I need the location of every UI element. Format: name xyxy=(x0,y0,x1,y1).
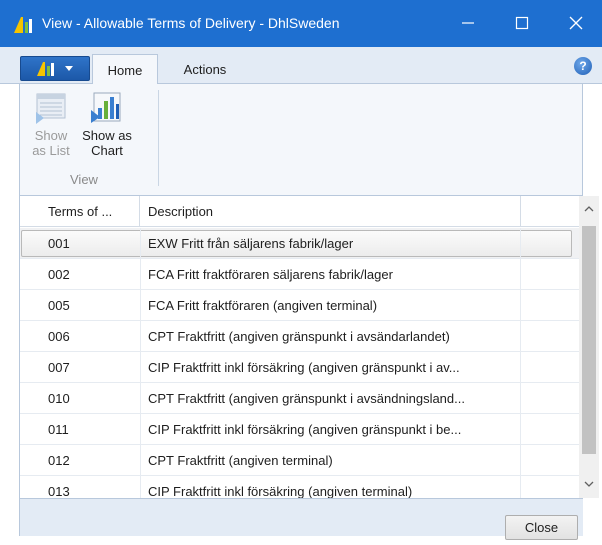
cell-terms-code: 001 xyxy=(48,236,70,251)
chart-icon xyxy=(91,92,121,123)
show-as-list-line1: Show xyxy=(34,128,68,143)
grid-header: Terms of ... Description xyxy=(20,196,582,227)
show-as-chart-button[interactable]: Show as Chart xyxy=(80,86,134,168)
show-as-list-button[interactable]: Show as List xyxy=(24,86,78,168)
row-selector[interactable] xyxy=(20,445,40,476)
cell-description: EXW Fritt från säljarens fabrik/lager xyxy=(148,236,354,251)
cell-divider xyxy=(520,321,521,352)
table-row[interactable]: 002 FCA Fritt fraktföraren säljarens fabr… xyxy=(20,259,582,290)
scroll-down-icon[interactable] xyxy=(584,481,594,488)
row-selector[interactable] xyxy=(20,383,40,414)
row-selector[interactable] xyxy=(20,290,40,321)
dialog-footer xyxy=(19,498,583,536)
show-as-chart-line2: Chart xyxy=(91,143,123,158)
cell-terms-code: 002 xyxy=(48,267,70,282)
table-row[interactable]: 006 CPT Fraktfritt (angiven gränspunkt i … xyxy=(20,321,582,352)
window-title: View - Allowable Terms of Delivery - Dhl… xyxy=(42,15,340,31)
cell-divider xyxy=(520,290,521,321)
terms-of-delivery-grid: Terms of ... Description 001 EXW Fritt fr… xyxy=(19,196,582,498)
ribbon-panel: Show as List Show as Chart View xyxy=(19,84,583,196)
cell-description: CPT Fraktfritt (angiven terminal) xyxy=(148,453,333,468)
list-icon xyxy=(36,93,66,124)
table-row[interactable]: 005 FCA Fritt fraktföraren (angiven termi… xyxy=(20,290,582,321)
table-row[interactable]: 010 CPT Fraktfritt (angiven gränspunkt i … xyxy=(20,383,582,414)
row-selector[interactable] xyxy=(20,321,40,352)
app-logo-icon xyxy=(14,17,32,33)
cell-description: CIP Fraktfritt inkl försäkring (angiven … xyxy=(148,360,460,375)
minimize-button[interactable] xyxy=(445,0,491,47)
cell-divider xyxy=(520,445,521,476)
close-button[interactable]: Close xyxy=(505,515,578,540)
window-border-left xyxy=(0,47,19,545)
title-bar: View - Allowable Terms of Delivery - Dhl… xyxy=(0,0,602,47)
cell-terms-code: 007 xyxy=(48,360,70,375)
cell-terms-code: 011 xyxy=(48,422,69,437)
cell-description: CIP Fraktfritt inkl försäkring (angiven … xyxy=(148,422,462,437)
cell-divider xyxy=(140,414,141,445)
table-row[interactable]: 007 CIP Fraktfritt inkl försäkring (angiv… xyxy=(20,352,582,383)
cell-terms-code: 013 xyxy=(48,484,70,498)
column-header-terms[interactable]: Terms of ... xyxy=(40,196,140,227)
cell-description: CPT Fraktfritt (angiven gränspunkt i avs… xyxy=(148,391,465,406)
show-as-chart-line1: Show as xyxy=(82,128,132,143)
cell-description: CPT Fraktfritt (angiven gränspunkt i avs… xyxy=(148,329,450,344)
scroll-up-icon[interactable] xyxy=(584,205,594,212)
row-selector[interactable] xyxy=(20,228,40,259)
cell-divider xyxy=(520,352,521,383)
minimize-icon xyxy=(462,22,474,24)
cell-divider xyxy=(520,228,521,259)
ribbon-group-separator xyxy=(158,90,159,186)
row-selector[interactable] xyxy=(20,259,40,290)
maximize-button[interactable] xyxy=(499,0,545,47)
cell-divider xyxy=(140,290,141,321)
cell-divider xyxy=(140,445,141,476)
cell-divider xyxy=(140,321,141,352)
cell-divider xyxy=(140,259,141,290)
row-selector[interactable] xyxy=(20,352,40,383)
table-row[interactable]: 012 CPT Fraktfritt (angiven terminal) xyxy=(20,445,582,476)
show-as-list-line2: as List xyxy=(32,143,70,158)
table-row[interactable]: 011 CIP Fraktfritt inkl försäkring (angiv… xyxy=(20,414,582,445)
scrollbar-thumb[interactable] xyxy=(582,226,596,454)
cell-divider xyxy=(520,476,521,498)
cell-divider xyxy=(520,414,521,445)
column-header-description[interactable]: Description xyxy=(140,196,521,227)
cell-divider xyxy=(520,383,521,414)
cell-terms-code: 006 xyxy=(48,329,70,344)
cell-description: CIP Fraktfritt inkl försäkring (angiven … xyxy=(148,484,413,498)
cell-terms-code: 005 xyxy=(48,298,70,313)
table-row[interactable]: 013 CIP Fraktfritt inkl försäkring (angiv… xyxy=(20,476,582,498)
ribbon-group-view-label: View xyxy=(70,172,98,187)
close-icon xyxy=(569,16,583,30)
cell-divider xyxy=(520,259,521,290)
cell-divider xyxy=(140,476,141,498)
application-menu-button[interactable] xyxy=(20,56,90,81)
cell-divider xyxy=(140,352,141,383)
tab-home[interactable]: Home xyxy=(92,54,158,85)
cell-terms-code: 012 xyxy=(48,453,70,468)
cell-description: FCA Fritt fraktföraren (angiven terminal… xyxy=(148,298,378,313)
help-icon[interactable]: ? xyxy=(574,57,592,75)
cell-terms-code: 010 xyxy=(48,391,70,406)
row-selector[interactable] xyxy=(20,414,40,445)
cell-divider xyxy=(140,228,141,259)
row-selector[interactable] xyxy=(20,476,40,498)
cell-divider xyxy=(140,383,141,414)
cell-description: FCA Fritt fraktföraren säljarens fabrik/… xyxy=(148,267,393,282)
ribbon-tab-strip: Home Actions xyxy=(0,47,602,85)
tab-actions[interactable]: Actions xyxy=(170,54,240,85)
close-window-button[interactable] xyxy=(553,0,599,47)
table-row[interactable]: 001 EXW Fritt från säljarens fabrik/lager xyxy=(20,228,582,259)
app-menu-logo-icon xyxy=(37,62,54,76)
vertical-scrollbar[interactable] xyxy=(579,196,599,498)
chevron-down-icon xyxy=(65,66,73,71)
maximize-icon xyxy=(515,16,529,30)
